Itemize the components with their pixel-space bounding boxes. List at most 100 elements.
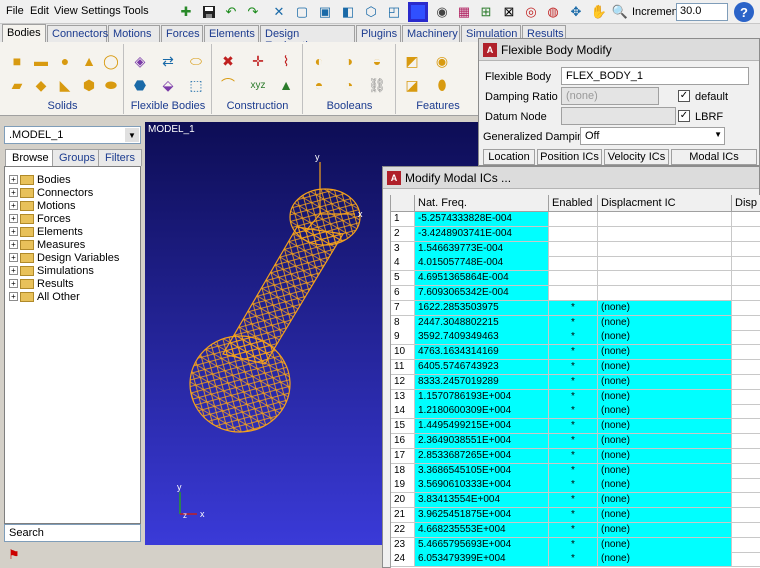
disp-e-cell[interactable] [732,493,760,509]
enabled-cell[interactable]: * [549,493,598,509]
displacement-ic-cell[interactable]: (none) [598,478,732,494]
displacement-ic-cell[interactable]: (none) [598,419,732,435]
nat-freq-cell[interactable]: 5.4665795693E+004 [415,537,549,553]
enabled-cell[interactable]: * [549,389,598,405]
render-mode-icon[interactable] [408,2,428,22]
select-tool-icon[interactable]: ✕ [269,2,289,22]
expand-icon[interactable]: + [9,253,18,262]
displacement-ic-cell[interactable]: (none) [598,374,732,390]
nat-freq-cell[interactable]: 4.668235553E+004 [415,522,549,538]
save-icon[interactable] [199,2,219,22]
spline-icon[interactable]: ▲ [277,76,295,94]
undo-icon[interactable]: ↶ [221,2,241,22]
subtract-icon[interactable]: ◓ [310,76,328,94]
expand-icon[interactable]: + [9,266,18,275]
nat-freq-cell[interactable]: 7.6093065342E-004 [415,286,549,301]
disp-e-cell[interactable] [732,286,760,301]
disp-e-cell[interactable] [732,330,760,346]
nat-freq-cell[interactable]: 1622.2853503975 [415,300,549,316]
split-icon[interactable]: ◔ [340,76,358,94]
dialog-title-bar[interactable]: A Flexible Body Modify [479,39,759,61]
disp-e-cell[interactable] [732,449,760,464]
damping-ratio-field[interactable]: (none) [561,87,659,105]
displacement-ic-cell[interactable]: (none) [598,389,732,405]
status-icon[interactable]: ⚑ [8,547,20,563]
displacement-ic-cell[interactable] [598,226,732,242]
nat-freq-cell[interactable]: 3.83413554E+004 [415,493,549,509]
displacement-ic-cell[interactable] [598,271,732,287]
nat-freq-cell[interactable]: 3.9625451875E+004 [415,508,549,523]
displacement-ic-cell[interactable]: (none) [598,448,732,464]
column-header-disp-e[interactable]: Disp E [732,195,760,212]
column-header-displacement-ic[interactable]: Displacment IC [598,195,732,212]
boss-icon[interactable]: ⬮ [433,76,451,94]
displacement-ic-cell[interactable]: (none) [598,537,732,553]
chamfer-icon[interactable]: ◩ [403,52,421,70]
enabled-cell[interactable] [549,226,598,242]
tree-item-bodies[interactable]: + Bodies [9,173,71,186]
column-header-enabled[interactable]: Enabled [549,195,598,212]
displacement-ic-cell[interactable] [598,286,732,301]
disp-e-cell[interactable] [732,390,760,405]
enabled-cell[interactable]: * [549,522,598,538]
tree-item-forces[interactable]: + Forces [9,212,71,225]
tab-groups[interactable]: Groups [52,149,103,166]
enabled-cell[interactable]: * [549,508,598,523]
nat-freq-cell[interactable]: -3.4248903741E-004 [415,226,549,242]
menu-tools[interactable]: Tools [123,5,149,17]
tree-item-design-variables[interactable]: + Design Variables [9,251,119,264]
enabled-cell[interactable] [549,241,598,257]
displacement-ic-cell[interactable]: (none) [598,463,732,479]
expand-icon[interactable]: + [9,175,18,184]
enabled-cell[interactable]: * [549,330,598,346]
nat-freq-cell[interactable]: 1.2180600309E+004 [415,404,549,420]
nat-freq-cell[interactable]: 3592.7409349463 [415,330,549,346]
tab-velocity-ics[interactable]: Velocity ICs [604,149,669,165]
nat-freq-cell[interactable]: 8333.2457019289 [415,374,549,390]
tree-item-motions[interactable]: + Motions [9,199,76,212]
tab-machinery[interactable]: Machinery [402,25,460,42]
generalized-damping-select[interactable]: Off ▼ [580,127,725,145]
torus-icon[interactable]: ◯ [102,52,120,70]
tab-position-ics[interactable]: Position ICs [537,149,602,165]
displacement-ic-cell[interactable]: (none) [598,345,732,361]
tab-forces[interactable]: Forces [161,25,203,42]
enabled-cell[interactable]: * [549,448,598,464]
target-icon[interactable]: ◎ [521,2,541,22]
column-header-nat-freq[interactable]: Nat. Freq. [415,195,549,212]
datum-node-field[interactable] [561,107,676,125]
disp-e-cell[interactable] [732,316,760,331]
enabled-cell[interactable] [549,256,598,272]
tab-design-exploration[interactable]: Design Exploration [260,25,355,52]
disp-e-cell[interactable] [732,271,760,287]
nat-freq-cell[interactable]: 4.6951365864E-004 [415,271,549,287]
disp-e-cell[interactable] [732,538,760,553]
tab-location[interactable]: Location [483,149,535,165]
flex-beam-icon[interactable]: ⬭ [187,52,205,70]
default-checkbox[interactable]: ✓ [678,90,690,102]
menu-view[interactable]: View [54,5,78,17]
displacement-ic-cell[interactable]: (none) [598,522,732,538]
link-icon[interactable]: ▰ [8,76,26,94]
expand-icon[interactable]: + [9,188,18,197]
enabled-cell[interactable] [549,271,598,287]
nat-freq-cell[interactable]: 1.4495499215E+004 [415,419,549,435]
tab-filters[interactable]: Filters [98,149,142,166]
chain-icon[interactable]: ⛓ [368,76,386,94]
menu-edit[interactable]: Edit [30,5,49,17]
tree-item-measures[interactable]: + Measures [9,238,85,251]
displacement-ic-cell[interactable]: (none) [598,552,732,568]
displacement-ic-cell[interactable] [598,241,732,257]
enabled-cell[interactable]: * [549,315,598,331]
flex-body-field[interactable]: FLEX_BODY_1 [561,67,749,85]
help-button[interactable]: ? [734,2,754,22]
flex-mesh-icon[interactable]: ⬣ [131,76,149,94]
disp-e-cell[interactable] [732,256,760,272]
displacement-ic-cell[interactable]: (none) [598,404,732,420]
rotate-icon[interactable]: ✥ [566,2,586,22]
nat-freq-cell[interactable]: 3.3686545105E+004 [415,463,549,479]
menu-settings[interactable]: Settings [81,5,121,17]
disp-e-cell[interactable] [732,404,760,420]
disp-e-cell[interactable] [732,212,760,227]
enabled-cell[interactable]: * [549,463,598,479]
